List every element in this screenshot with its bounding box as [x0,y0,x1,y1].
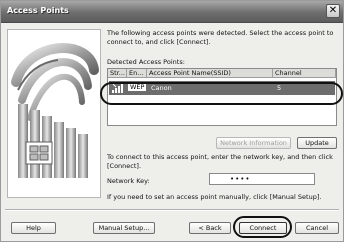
connect-button[interactable]: Connect [239,222,287,234]
cancel-button[interactable]: Cancel [295,222,339,234]
column-header-encryption[interactable]: En... [127,69,147,78]
wireless-illustration [7,29,101,198]
manual-setup-hint: If you need to set an access point manua… [107,193,322,201]
column-header-strength[interactable]: Str... [108,69,127,78]
signal-strength-icon [112,83,124,95]
title-bar[interactable]: Access Points ✕ [1,1,343,23]
column-header-ssid[interactable]: Access Point Name(SSID) [147,69,273,78]
network-information-button[interactable]: Network Information [216,137,291,149]
access-point-list[interactable]: Str... En... Access Point Name(SSID) Cha… [107,68,337,126]
encryption-cell: WEP [128,83,147,91]
update-button[interactable]: Update [297,137,337,149]
wireless-illustration-graphic [11,43,99,178]
network-key-label: Network Key: [107,177,150,185]
detected-access-points-label: Detected Access Points: [107,58,185,66]
network-key-input[interactable]: •••• [209,173,315,185]
ssid-cell: Canon [151,84,172,92]
back-button[interactable]: < Back [189,222,231,234]
window-title: Access Points [7,6,69,15]
close-button[interactable]: ✕ [326,4,340,18]
close-icon: ✕ [328,5,338,16]
table-row[interactable]: WEP Canon 5 [109,81,335,95]
intro-text: The following access points were detecte… [107,29,334,46]
help-button[interactable]: Help [11,222,56,234]
footer-separator [5,209,339,211]
channel-cell: 5 [277,84,282,92]
access-points-dialog: Access Points ✕ The following access poi… [0,0,344,242]
column-header-channel[interactable]: Channel [273,69,336,78]
connect-instructions: To connect to this access point, enter t… [107,153,333,170]
manual-setup-button[interactable]: Manual Setup... [93,222,155,234]
